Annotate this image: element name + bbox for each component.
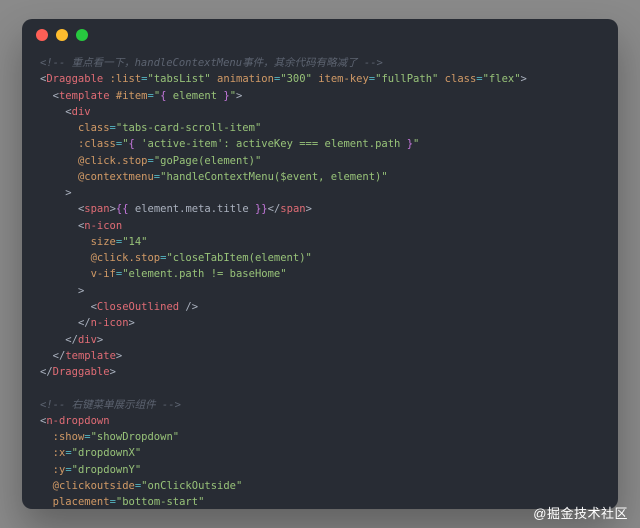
code-line: placement="bottom-start" <box>40 494 600 509</box>
code-line: <Draggable :list="tabsList" animation="3… <box>40 71 600 87</box>
code-line: @clickoutside="onClickOutside" <box>40 478 600 494</box>
code-line: @contextmenu="handleContextMenu($event, … <box>40 169 600 185</box>
close-icon[interactable] <box>36 29 48 41</box>
code-line: v-if="element.path != baseHome" <box>40 266 600 282</box>
watermark: @掘金技术社区 <box>533 503 628 522</box>
code-line: @click.stop="closeTabItem(element)" <box>40 250 600 266</box>
code-line <box>40 380 600 396</box>
code-line: :x="dropdownX" <box>40 445 600 461</box>
code-line: @click.stop="goPage(element)" <box>40 153 600 169</box>
code-line: <n-dropdown <box>40 413 600 429</box>
code-window: <!-- 重点看一下，handleContextMenu事件，其余代码有略减了 … <box>22 19 618 509</box>
code-line: size="14" <box>40 234 600 250</box>
code-line: > <box>40 185 600 201</box>
code-line: :class="{ 'active-item': activeKey === e… <box>40 136 600 152</box>
code-line: <!-- 右键菜单展示组件 --> <box>40 397 600 413</box>
minimize-icon[interactable] <box>56 29 68 41</box>
code-line: <!-- 重点看一下，handleContextMenu事件，其余代码有略减了 … <box>40 55 600 71</box>
code-line: class="tabs-card-scroll-item" <box>40 120 600 136</box>
code-block: <!-- 重点看一下，handleContextMenu事件，其余代码有略减了 … <box>22 51 618 509</box>
code-line: <template #item="{ element }"> <box>40 88 600 104</box>
code-line: > <box>40 283 600 299</box>
code-line: <span>{{ element.meta.title }}</span> <box>40 201 600 217</box>
maximize-icon[interactable] <box>76 29 88 41</box>
code-line: <CloseOutlined /> <box>40 299 600 315</box>
code-line: </n-icon> <box>40 315 600 331</box>
code-line: </Draggable> <box>40 364 600 380</box>
code-line: <div <box>40 104 600 120</box>
code-line: </template> <box>40 348 600 364</box>
code-line: </div> <box>40 332 600 348</box>
code-line: <n-icon <box>40 218 600 234</box>
code-line: :show="showDropdown" <box>40 429 600 445</box>
code-line: :y="dropdownY" <box>40 462 600 478</box>
titlebar <box>22 19 618 51</box>
